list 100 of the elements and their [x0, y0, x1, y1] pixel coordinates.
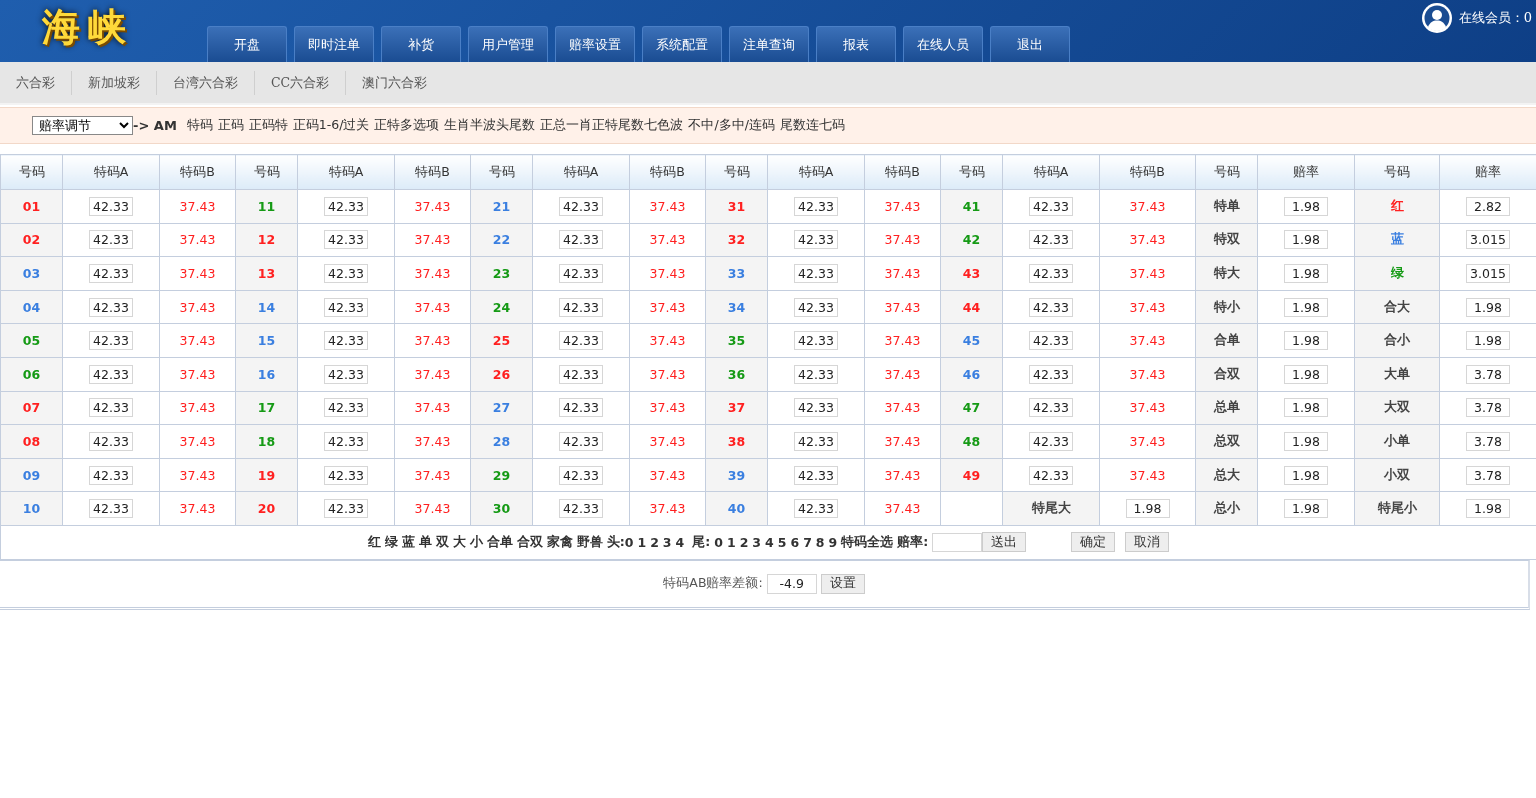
quick-select-link[interactable]: 1 — [637, 534, 647, 550]
quick-select-link[interactable]: 2 — [650, 534, 659, 550]
lottery-tab[interactable]: 台湾六合彩 — [157, 70, 255, 95]
odds-input[interactable]: 42.33 — [794, 431, 838, 451]
nav-tab[interactable]: 补货 — [381, 26, 461, 62]
quick-select-link[interactable]: 合双 — [516, 533, 543, 551]
odds-input[interactable]: 42.33 — [324, 230, 368, 250]
odds-input[interactable]: 42.33 — [89, 398, 133, 418]
odds-input[interactable]: 42.33 — [559, 465, 603, 485]
odds-input[interactable]: 1.98 — [1284, 398, 1328, 418]
nav-tab[interactable]: 系统配置 — [642, 26, 722, 62]
odds-input[interactable]: 42.33 — [324, 264, 368, 283]
set-button[interactable]: 设置 — [820, 573, 865, 594]
bet-type-link[interactable]: 正码特 — [248, 117, 288, 134]
bet-type-link[interactable]: 尾数连七码 — [779, 117, 845, 134]
odds-input[interactable]: 1.98 — [1284, 431, 1328, 451]
nav-tab[interactable]: 赔率设置 — [555, 26, 635, 62]
diff-input[interactable]: -4.9 — [766, 573, 817, 594]
odds-input[interactable]: 42.33 — [559, 230, 603, 250]
lottery-tab[interactable]: 六合彩 — [0, 70, 72, 95]
odds-input[interactable]: 3.78 — [1466, 465, 1510, 485]
odds-input[interactable]: 42.33 — [324, 364, 368, 384]
odds-input[interactable]: 42.33 — [559, 398, 603, 418]
odds-input[interactable]: 42.33 — [794, 398, 838, 418]
odds-input[interactable]: 42.33 — [89, 465, 133, 485]
odds-input[interactable]: 42.33 — [794, 196, 838, 216]
quick-select-link[interactable]: 大 — [452, 533, 466, 551]
nav-tab[interactable]: 用户管理 — [468, 26, 548, 62]
odds-input[interactable]: 42.33 — [794, 297, 838, 317]
quick-select-link[interactable]: 3 — [752, 534, 762, 550]
confirm-button[interactable]: 确定 — [1071, 532, 1116, 553]
odds-input[interactable]: 42.33 — [559, 331, 603, 351]
odds-input[interactable]: 2.82 — [1466, 196, 1510, 216]
odds-input[interactable]: 42.33 — [324, 398, 368, 418]
bet-type-link[interactable]: 正码 — [217, 117, 244, 134]
quick-select-link[interactable]: 绿 — [384, 533, 398, 551]
quick-select-link[interactable]: 6 — [790, 534, 800, 550]
bet-type-link[interactable]: 正特多选项 — [374, 117, 440, 134]
odds-input[interactable]: 42.33 — [1029, 431, 1073, 451]
odds-input[interactable]: 42.33 — [794, 364, 838, 384]
odds-input[interactable]: 42.33 — [89, 364, 133, 384]
send-button[interactable]: 送出 — [982, 532, 1027, 553]
bet-type-link[interactable]: 正码1-6/过关 — [292, 117, 370, 134]
odds-input[interactable]: 42.33 — [794, 230, 838, 250]
odds-input[interactable]: 1.98 — [1284, 499, 1328, 519]
nav-tab[interactable]: 退出 — [990, 26, 1070, 62]
odds-input[interactable]: 42.33 — [794, 264, 838, 283]
odds-input[interactable]: 42.33 — [324, 196, 368, 216]
odds-input[interactable]: 42.33 — [89, 264, 133, 283]
odds-input[interactable]: 1.98 — [1284, 364, 1328, 384]
odds-input[interactable]: 1.98 — [1284, 465, 1328, 485]
odds-input[interactable]: 42.33 — [794, 465, 838, 485]
odds-input[interactable]: 42.33 — [89, 230, 133, 250]
odds-input[interactable]: 42.33 — [559, 499, 603, 519]
odds-input[interactable]: 3.015 — [1466, 264, 1510, 283]
nav-tab[interactable]: 开盘 — [207, 26, 287, 62]
lottery-tab[interactable]: 新加坡彩 — [72, 70, 157, 95]
odds-input[interactable]: 42.33 — [559, 364, 603, 384]
odds-input[interactable]: 3.78 — [1466, 431, 1510, 451]
lottery-tab[interactable]: 澳门六合彩 — [346, 70, 444, 95]
odds-input[interactable]: 1.98 — [1466, 499, 1510, 519]
odds-input[interactable]: 42.33 — [89, 331, 133, 351]
odds-input[interactable]: 42.33 — [1029, 297, 1073, 317]
odds-input[interactable]: 3.015 — [1466, 230, 1510, 250]
quick-select-link[interactable]: 2 — [739, 534, 749, 550]
odds-input[interactable]: 42.33 — [324, 465, 368, 485]
odds-input[interactable]: 42.33 — [324, 499, 368, 519]
odds-input[interactable]: 42.33 — [794, 331, 838, 351]
odds-input[interactable]: 1.98 — [1284, 230, 1328, 250]
quick-select-link[interactable]: 单 — [418, 533, 432, 551]
odds-input[interactable]: 42.33 — [324, 431, 368, 451]
odds-input[interactable]: 42.33 — [89, 431, 133, 451]
odds-input[interactable]: 42.33 — [1029, 196, 1073, 216]
nav-tab[interactable]: 报表 — [816, 26, 896, 62]
quick-select-link[interactable]: 双 — [435, 533, 449, 551]
odds-input[interactable]: 1.98 — [1466, 331, 1510, 351]
quick-select-link[interactable]: 合单 — [486, 533, 513, 551]
quick-select-link[interactable]: 4 — [675, 534, 685, 550]
odds-field[interactable] — [932, 532, 983, 552]
quick-select-link[interactable]: 5 — [777, 534, 787, 550]
bet-type-link[interactable]: 不中/多中/连码 — [688, 117, 775, 134]
odds-input[interactable]: 1.98 — [1284, 297, 1328, 317]
odds-input[interactable]: 42.33 — [794, 499, 838, 519]
odds-input[interactable]: 42.33 — [89, 297, 133, 317]
quick-select-link[interactable]: 9 — [828, 534, 838, 550]
odds-adjust-select[interactable]: 赔率调节 — [32, 116, 133, 135]
quick-select-link[interactable]: 红 — [367, 533, 381, 551]
odds-input[interactable]: 42.33 — [324, 297, 368, 317]
nav-tab[interactable]: 在线人员 — [903, 26, 983, 62]
quick-select-link[interactable]: 0 — [624, 534, 634, 550]
quick-select-link[interactable]: 蓝 — [401, 533, 415, 551]
odds-input[interactable]: 42.33 — [559, 297, 603, 317]
odds-input[interactable]: 42.33 — [559, 264, 603, 283]
quick-select-link[interactable]: 1 — [726, 534, 736, 550]
odds-input[interactable]: 42.33 — [89, 196, 133, 216]
quick-select-link[interactable]: 3 — [662, 534, 672, 550]
odds-input[interactable]: 1.98 — [1284, 196, 1328, 216]
quick-select-link[interactable]: 小 — [469, 533, 483, 551]
quick-select-link[interactable]: 野兽 — [576, 533, 603, 551]
odds-input[interactable]: 42.33 — [559, 431, 603, 451]
